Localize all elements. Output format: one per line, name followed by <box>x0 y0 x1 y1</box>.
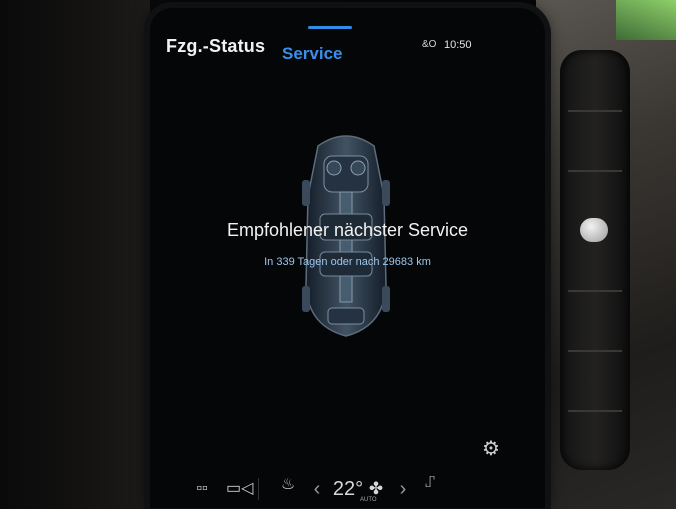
climate-bar: ▫▫ ▭◁ ♨ ‹ 22° ✤ AUTO › ⑀ <box>170 470 510 508</box>
dashboard-left <box>0 0 150 509</box>
window-view <box>616 0 676 40</box>
air-vent <box>560 50 630 470</box>
gear-icon[interactable]: ⚙ <box>480 438 502 460</box>
fan-mode-label: AUTO <box>360 497 377 503</box>
seat-icon[interactable]: ⑀ <box>420 464 440 502</box>
service-headline: Empfohlener nächster Service <box>226 220 469 240</box>
chevron-left-icon[interactable]: ‹ <box>310 470 324 508</box>
camera-icon[interactable]: ▭◁ <box>226 470 253 508</box>
bar-divider <box>258 478 259 500</box>
tab-service[interactable]: Service <box>282 44 343 64</box>
tab-vehicle-status[interactable]: Fzg.-Status <box>166 36 265 57</box>
vent-knob[interactable] <box>580 218 608 242</box>
active-tab-indicator <box>308 26 352 29</box>
chevron-right-icon[interactable]: › <box>396 470 410 508</box>
service-detail: In 339 Tagen oder nach 29683 km <box>264 256 431 268</box>
seat-heat-icon[interactable]: ♨ <box>278 466 298 504</box>
connectivity-status-icon: &O <box>422 39 437 50</box>
clock: 10:50 <box>444 39 472 51</box>
infotainment-screen: Fzg.-Status Service &O 10:50 Empfohlener… <box>150 8 545 508</box>
tiles-icon[interactable]: ▫▫ <box>190 470 214 508</box>
